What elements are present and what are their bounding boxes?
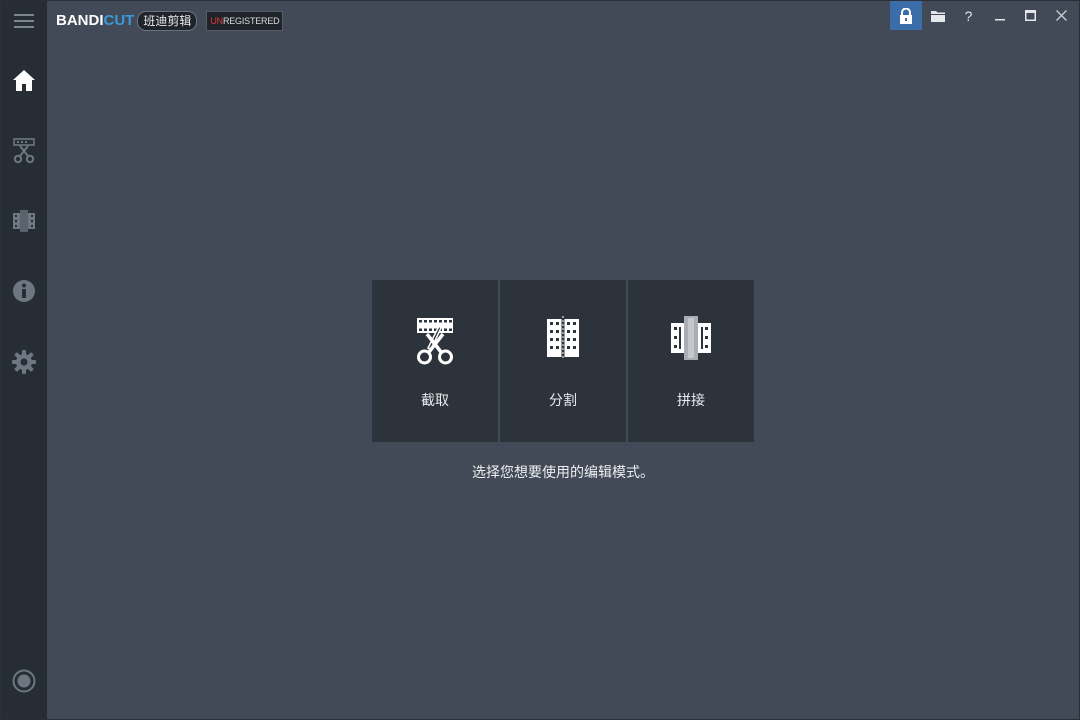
- sidebar-item-settings[interactable]: [1, 339, 47, 385]
- lock-button[interactable]: [890, 1, 922, 30]
- window-controls: ?: [890, 1, 1077, 31]
- app-logo: BANDI CUT 班迪剪辑 UNREGISTERED: [56, 10, 284, 32]
- mode-join-icon-wrap: [628, 316, 754, 370]
- minimize-icon: [994, 18, 1005, 20]
- bandicut-window: BANDI CUT 班迪剪辑 UNREGISTERED ? 截取 分割 拼接 选…: [0, 0, 1080, 720]
- record-icon: [12, 669, 36, 693]
- mode-split-label: 分割: [549, 393, 577, 409]
- lock-icon: [900, 7, 912, 24]
- edit-mode-selector: 截取 分割 拼接: [372, 280, 754, 442]
- join-icon: [671, 316, 711, 360]
- title-bar: BANDI CUT 班迪剪辑 UNREGISTERED ?: [47, 1, 1079, 39]
- trim-icon: [417, 318, 453, 365]
- unregistered-prefix: UN: [210, 16, 223, 26]
- mode-join-button[interactable]: 拼接: [628, 280, 754, 442]
- logo-cut: CUT: [103, 12, 135, 29]
- mode-split-button[interactable]: 分割: [500, 280, 626, 442]
- sidebar-item-info[interactable]: [1, 268, 47, 314]
- sidebar-item-join[interactable]: [1, 198, 47, 244]
- mode-hint-text: 选择您想要使用的编辑模式。: [472, 465, 654, 481]
- menu-button[interactable]: [1, 0, 47, 44]
- minimize-button[interactable]: [984, 1, 1015, 30]
- info-icon: [13, 280, 35, 302]
- mode-trim-button[interactable]: 截取: [372, 280, 498, 442]
- close-button[interactable]: [1046, 1, 1077, 30]
- mode-trim-icon-wrap: [372, 316, 498, 370]
- maximize-icon: [1025, 10, 1036, 21]
- mode-trim-label: 截取: [421, 393, 449, 409]
- help-icon: ?: [964, 7, 973, 24]
- gear-icon: [12, 350, 36, 374]
- open-folder-button[interactable]: [922, 1, 953, 30]
- app-name-badge: 班迪剪辑: [137, 11, 198, 31]
- sidebar-record-button[interactable]: [1, 658, 47, 704]
- sidebar: [1, 1, 47, 719]
- close-icon: [1056, 10, 1067, 21]
- mode-join-label: 拼接: [677, 393, 705, 409]
- home-icon: [13, 70, 35, 91]
- sidebar-item-trim[interactable]: [1, 128, 47, 174]
- cut-icon: [13, 138, 35, 164]
- logo-bandi: BANDI: [56, 12, 104, 29]
- folder-icon: [930, 10, 945, 22]
- help-button[interactable]: ?: [953, 1, 984, 30]
- menu-icon: [14, 14, 34, 28]
- split-icon: [547, 316, 579, 360]
- mode-split-icon-wrap: [500, 316, 626, 370]
- unregistered-rest: REGISTERED: [222, 16, 280, 26]
- maximize-button[interactable]: [1015, 1, 1046, 30]
- join-icon: [13, 210, 35, 232]
- sidebar-item-home[interactable]: [1, 57, 47, 103]
- unregistered-badge[interactable]: UNREGISTERED: [206, 11, 284, 31]
